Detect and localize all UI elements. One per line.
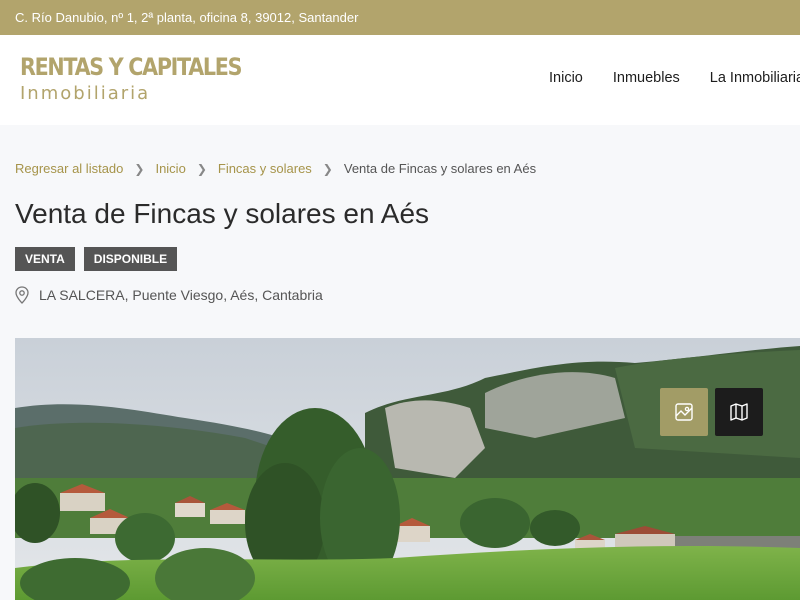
listing-photo[interactable] bbox=[15, 338, 800, 600]
listing-location: LA SALCERA, Puente Viesgo, Aés, Cantabri… bbox=[15, 286, 323, 304]
status-badges: VENTA DISPONIBLE bbox=[15, 247, 186, 271]
location-pin-icon bbox=[15, 286, 29, 304]
breadcrumb-current: Venta de Fincas y solares en Aés bbox=[343, 161, 537, 176]
gallery-icon bbox=[675, 403, 693, 421]
map-icon bbox=[730, 403, 748, 421]
map-button[interactable] bbox=[715, 388, 763, 436]
page-title: Venta de Fincas y solares en Aés bbox=[15, 198, 430, 229]
breadcrumb-home-link[interactable]: Inicio bbox=[155, 161, 185, 176]
back-to-list-link[interactable]: Regresar al listado bbox=[15, 161, 123, 176]
nav-item-la-inmobiliaria[interactable]: La Inmobiliaria bbox=[710, 70, 800, 86]
site-header: RENTAS Y CAPITALES Inmobiliaria Inicio I… bbox=[0, 35, 800, 125]
main-nav: Inicio Inmuebles La Inmobiliaria bbox=[549, 70, 800, 86]
status-badge: DISPONIBLE bbox=[83, 247, 178, 271]
nav-item-inmuebles[interactable]: Inmuebles bbox=[613, 70, 680, 86]
chevron-right-icon: ❯ bbox=[134, 161, 145, 176]
breadcrumb: Regresar al listado ❯ Inicio ❯ Fincas y … bbox=[15, 161, 536, 176]
office-address: C. Río Danubio, nº 1, 2ª planta, oficina… bbox=[15, 10, 359, 25]
logo[interactable]: RENTAS Y CAPITALES Inmobiliaria bbox=[17, 51, 242, 111]
chevron-right-icon: ❯ bbox=[322, 161, 333, 176]
top-info-bar: C. Río Danubio, nº 1, 2ª planta, oficina… bbox=[0, 0, 800, 35]
landscape-image bbox=[15, 338, 800, 600]
breadcrumb-category-link[interactable]: Fincas y solares bbox=[218, 161, 312, 176]
logo-subtitle: Inmobiliaria bbox=[20, 83, 151, 104]
logo-title: RENTAS Y CAPITALES bbox=[20, 53, 242, 81]
operation-badge: VENTA bbox=[15, 247, 75, 271]
gallery-button[interactable] bbox=[660, 388, 708, 436]
nav-item-inicio[interactable]: Inicio bbox=[549, 70, 583, 86]
chevron-right-icon: ❯ bbox=[196, 161, 207, 176]
listing-address: LA SALCERA, Puente Viesgo, Aés, Cantabri… bbox=[39, 287, 323, 303]
